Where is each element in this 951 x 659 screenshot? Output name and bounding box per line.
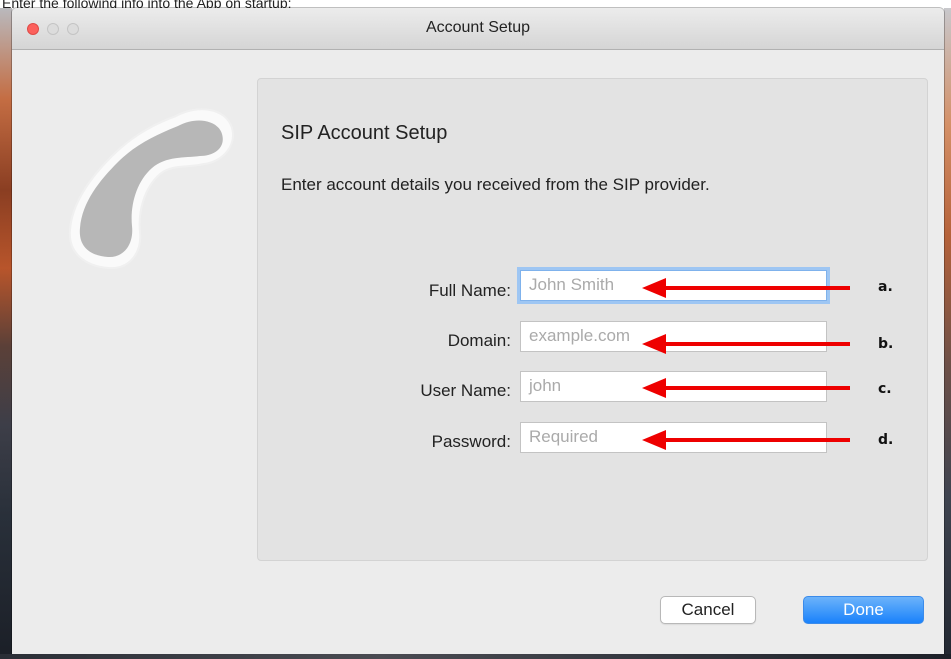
form-panel bbox=[257, 78, 928, 561]
user-name-label: User Name: bbox=[420, 381, 511, 400]
annotation-marker-a: a. bbox=[878, 279, 893, 295]
password-field[interactable]: Required bbox=[520, 422, 827, 453]
full-name-field[interactable]: John Smith bbox=[520, 270, 827, 301]
desktop-background-right bbox=[944, 8, 951, 659]
phone-icon bbox=[68, 108, 234, 270]
form-subtitle: Enter account details you received from … bbox=[281, 175, 710, 194]
annotation-marker-d: d. bbox=[878, 432, 894, 448]
account-setup-window: Account Setup SIP Account Setup Enter ac… bbox=[12, 8, 944, 654]
annotation-marker-b: b. bbox=[878, 336, 894, 352]
user-name-field[interactable]: john bbox=[520, 371, 827, 402]
desktop-background-bottom bbox=[0, 654, 951, 659]
window-title: Account Setup bbox=[425, 19, 531, 36]
desktop-background-left bbox=[0, 8, 12, 659]
full-name-label: Full Name: bbox=[428, 281, 511, 300]
cancel-button[interactable]: Cancel bbox=[660, 596, 756, 624]
form-heading: SIP Account Setup bbox=[281, 122, 448, 144]
title-bar: Account Setup bbox=[12, 8, 944, 50]
domain-field[interactable]: example.com bbox=[520, 321, 827, 352]
annotation-marker-c: c. bbox=[878, 381, 892, 397]
password-label: Password: bbox=[431, 432, 511, 451]
domain-label: Domain: bbox=[447, 331, 511, 350]
done-button[interactable]: Done bbox=[803, 596, 924, 624]
